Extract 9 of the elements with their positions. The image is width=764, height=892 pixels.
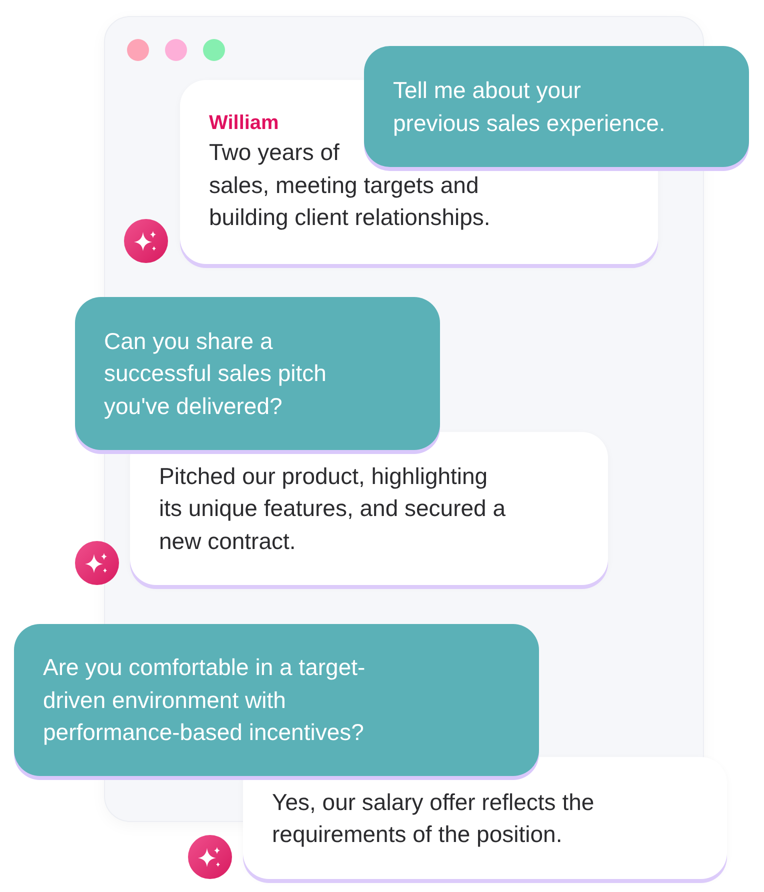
message-text: Two years of sales, meeting targets and building client relationships. [209,138,492,232]
sparkle-avatar-icon [188,835,232,879]
sparkle-avatar-icon [124,219,168,263]
sender-name: William [209,111,279,136]
message-text: Yes, our salary offer reflects the requirements of the position. [272,788,596,849]
message-text: Can you share a successful sales pitch you've delivered? [104,326,328,421]
message-text: Are you comfortable in a target- driven environment with performance-based incentives? [43,653,366,748]
message-text: Tell me about your previous sales experience. [393,76,666,138]
message-text: Pitched our product, highlighting its unique features, and secured a new contract. [159,462,507,556]
